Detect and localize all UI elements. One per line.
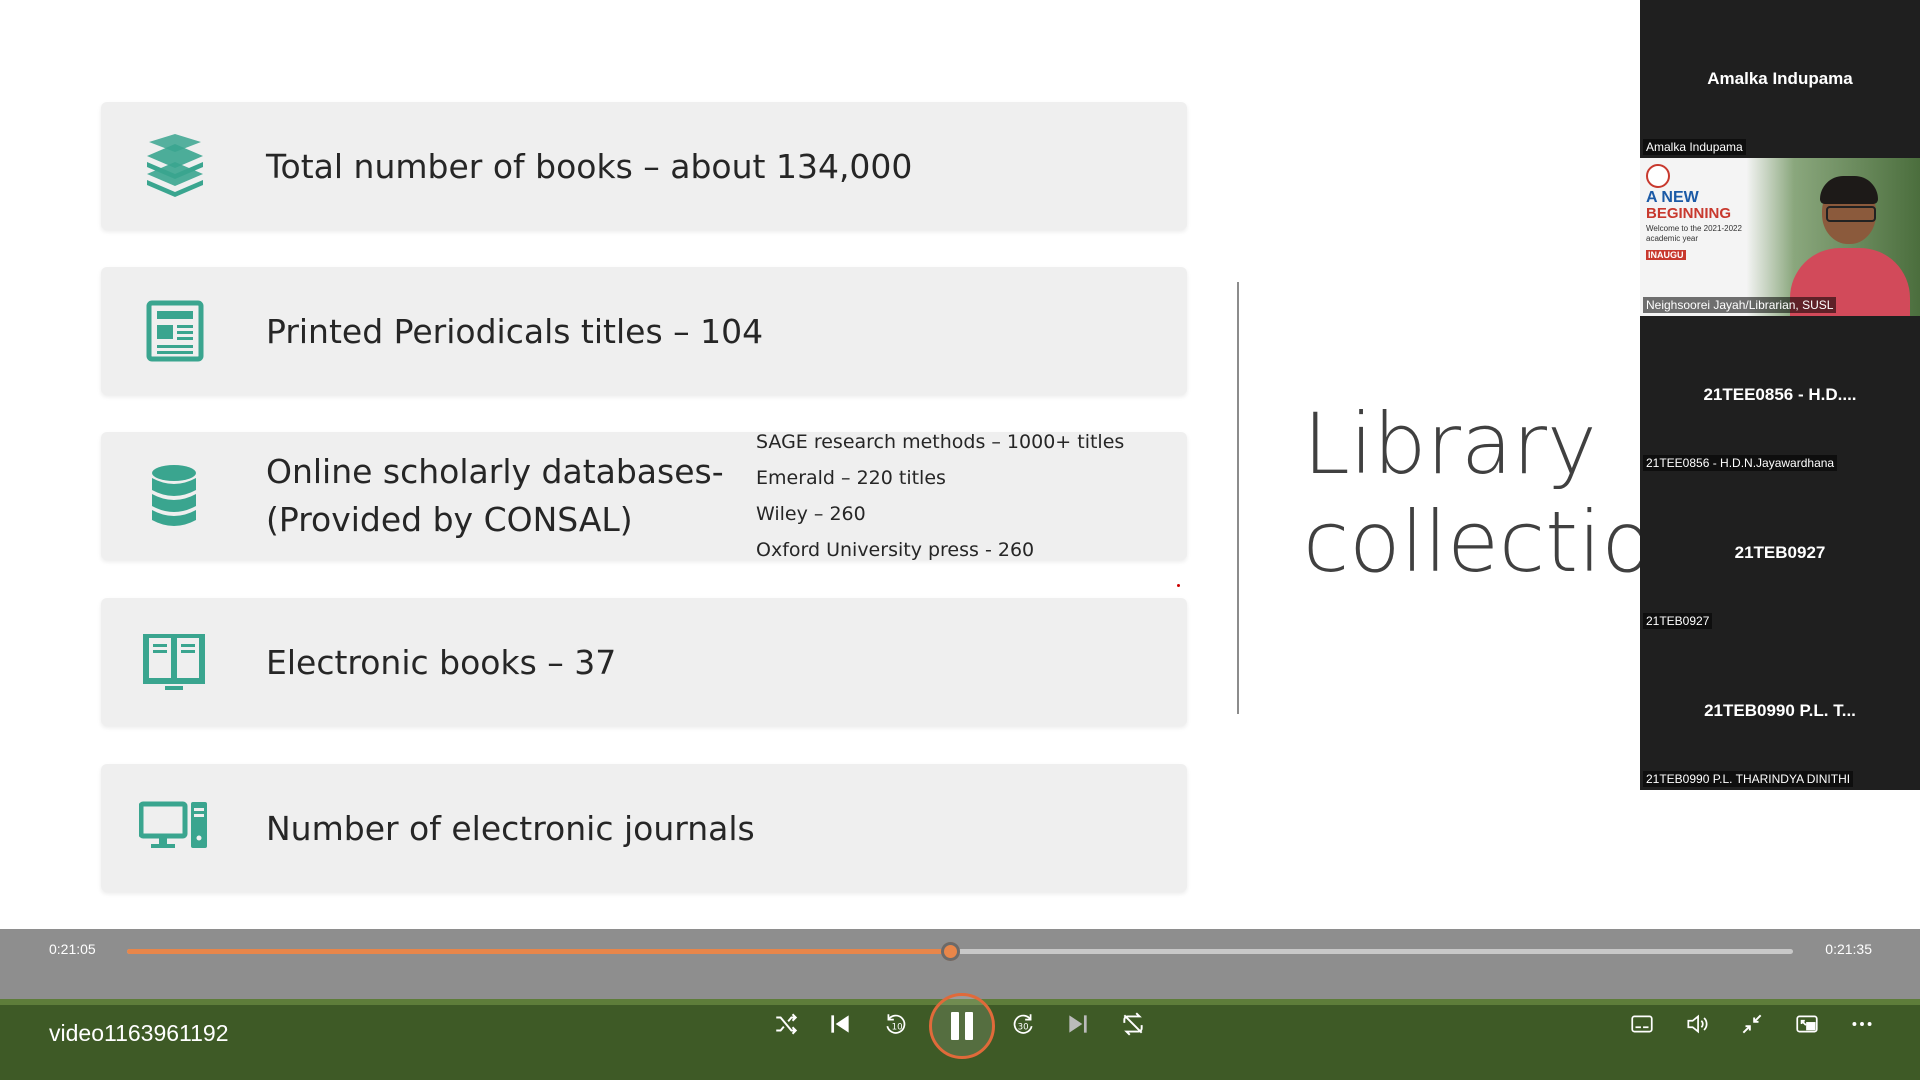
volume-icon[interactable] [1677, 1004, 1717, 1044]
participants-panel: Amalka Indupama Amalka Indupama A NEW BE… [1640, 0, 1920, 790]
card-label: Printed Periodicals titles – 104 [266, 311, 764, 351]
shuffle-icon[interactable] [766, 1004, 806, 1044]
poster-badge: INAUGU [1646, 250, 1686, 260]
participant-label: 21TEE0856 - H.D.N.Jayawardhana [1643, 455, 1838, 471]
next-icon[interactable] [1058, 1004, 1098, 1044]
slide-divider [1237, 282, 1239, 714]
card-label: Total number of books – about 134,000 [266, 146, 913, 186]
pause-icon [951, 1012, 959, 1040]
elapsed-time: 0:21:05 [49, 941, 96, 957]
books-stack-icon [139, 134, 209, 198]
card-label: Number of electronic journals [266, 808, 755, 848]
participant-label: 21TEB0990 P.L. THARINDYA DINITHI [1643, 771, 1854, 787]
participant-name: Amalka Indupama [1707, 69, 1853, 88]
participant-tile[interactable]: Amalka Indupama Amalka Indupama [1640, 0, 1920, 158]
open-book-icon [139, 630, 209, 694]
participant-label: Amalka Indupama [1643, 139, 1746, 155]
seek-track[interactable] [127, 942, 1793, 961]
database-item: Emerald – 220 titles [756, 467, 946, 489]
video-title: video1163961192 [49, 1020, 229, 1046]
participant-name: 21TEB0990 P.L. T... [1704, 701, 1856, 720]
participant-name: 21TEB0927 [1734, 543, 1826, 562]
database-item: SAGE research methods – 1000+ titles [756, 431, 1125, 453]
database-item: Oxford University press - 260 [756, 539, 1035, 561]
presentation-slide: Total number of books – about 134,000 Pr… [0, 0, 1640, 929]
card-label: Online scholarly databases- (Provided by… [266, 452, 724, 539]
card-databases: Online scholarly databases- (Provided by… [101, 431, 1187, 561]
captions-icon[interactable] [1622, 1004, 1662, 1044]
repeat-icon[interactable] [1113, 1004, 1153, 1044]
total-time: 0:21:35 [1825, 941, 1872, 957]
card-ejournals: Number of electronic journals [101, 764, 1187, 892]
poster-title: A NEW [1646, 189, 1699, 206]
pause-button[interactable] [929, 993, 995, 1059]
exit-fullscreen-icon[interactable] [1732, 1004, 1772, 1044]
participant-video-tile[interactable]: A NEW BEGINNING Welcome to the 2021-2022… [1640, 158, 1920, 316]
participant-label: Neighsoorei Jayah/Librarian, SUSL [1643, 297, 1837, 313]
card-ebooks: Electronic books – 37 [101, 598, 1187, 726]
svg-text:10: 10 [892, 1022, 903, 1032]
database-list: SAGE research methods – 1000+ titles Eme… [756, 424, 1124, 568]
card-books: Total number of books – about 134,000 [101, 102, 1187, 230]
background-poster: A NEW BEGINNING Welcome to the 2021-2022… [1646, 166, 1756, 296]
participant-label: 21TEB0927 [1643, 613, 1713, 629]
seek-thumb[interactable] [941, 942, 960, 961]
database-item: Wiley – 260 [756, 503, 866, 525]
slide-title-line: Library [1303, 395, 1597, 493]
more-options-icon[interactable] [1842, 1004, 1882, 1044]
mini-player-icon[interactable] [1787, 1004, 1827, 1044]
card-label: Electronic books – 37 [266, 642, 617, 682]
slide-title: Library collection [1303, 395, 1640, 591]
poster-title: BEGINNING [1646, 205, 1732, 222]
poster-subtitle: Welcome to the 2021-2022 academic year [1646, 224, 1742, 243]
slide-title-line: collection [1303, 493, 1640, 591]
computer-icon [139, 796, 209, 860]
previous-icon[interactable] [820, 1004, 860, 1044]
newspaper-icon [139, 299, 209, 363]
forward-30-icon[interactable]: 30 [1003, 1004, 1043, 1044]
speaker-figure [1790, 168, 1910, 316]
participant-tile[interactable]: 21TEB0990 P.L. T... 21TEB0990 P.L. THARI… [1640, 632, 1920, 790]
participant-tile[interactable]: 21TEE0856 - H.D.... 21TEE0856 - H.D.N.Ja… [1640, 316, 1920, 474]
seek-progress [127, 949, 950, 954]
svg-text:30: 30 [1018, 1022, 1029, 1032]
pointer-dot [1177, 584, 1180, 587]
seek-bar-area: 0:21:05 0:21:35 [0, 929, 1920, 999]
rewind-10-icon[interactable]: 10 [876, 1004, 916, 1044]
participant-name: 21TEE0856 - H.D.... [1703, 385, 1857, 404]
card-periodicals: Printed Periodicals titles – 104 [101, 267, 1187, 395]
participant-tile[interactable]: 21TEB0927 21TEB0927 [1640, 474, 1920, 632]
database-icon [139, 464, 209, 528]
